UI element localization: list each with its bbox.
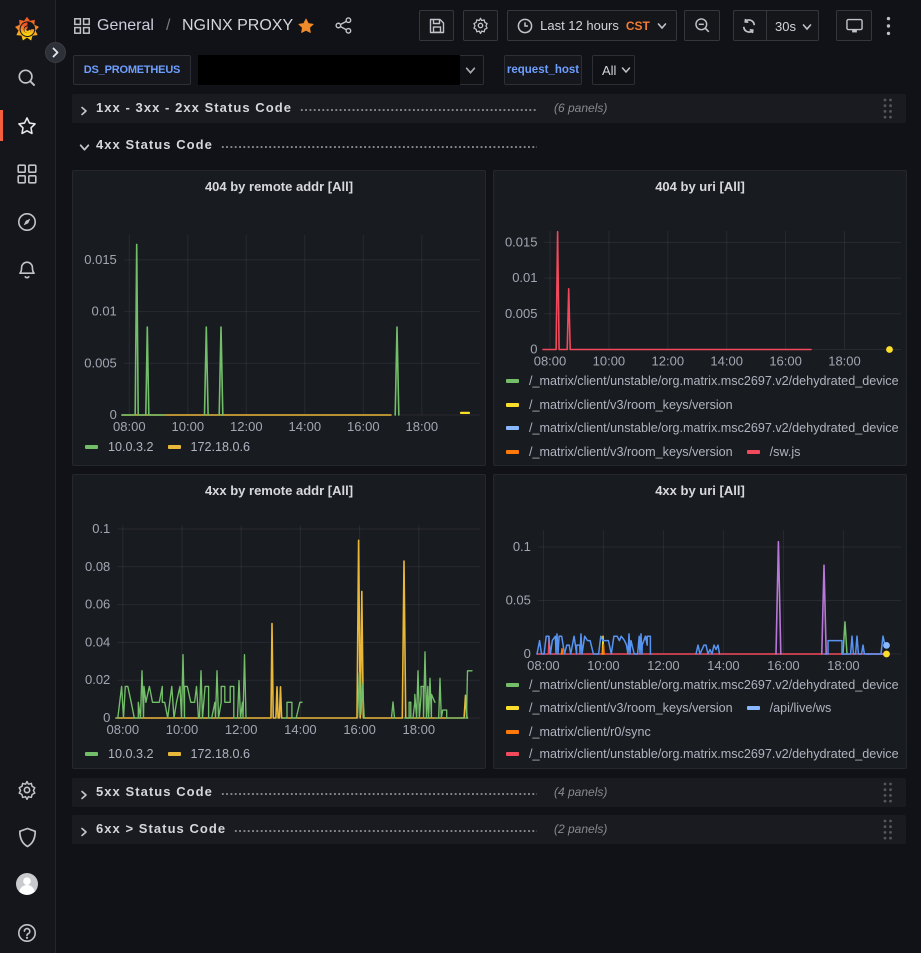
svg-text:12:00: 12:00 [225, 722, 258, 737]
svg-text:16:00: 16:00 [343, 722, 376, 737]
svg-text:0.02: 0.02 [85, 672, 110, 687]
svg-text:14:00: 14:00 [289, 419, 322, 434]
svg-text:0.06: 0.06 [85, 597, 110, 612]
svg-text:08:00: 08:00 [107, 722, 140, 737]
svg-text:08:00: 08:00 [113, 419, 146, 434]
svg-text:12:00: 12:00 [230, 419, 263, 434]
svg-text:10:00: 10:00 [166, 722, 199, 737]
svg-text:18:00: 18:00 [403, 722, 436, 737]
svg-text:0.04: 0.04 [85, 634, 110, 649]
svg-text:10:00: 10:00 [172, 419, 205, 434]
svg-text:0.015: 0.015 [84, 252, 117, 267]
svg-text:16:00: 16:00 [347, 419, 380, 434]
svg-text:0.1: 0.1 [513, 539, 531, 554]
svg-text:18:00: 18:00 [827, 658, 860, 673]
svg-text:10:00: 10:00 [593, 354, 626, 369]
svg-text:0.08: 0.08 [85, 559, 110, 574]
svg-text:0.015: 0.015 [505, 234, 538, 249]
svg-text:10:00: 10:00 [587, 658, 620, 673]
svg-text:14:00: 14:00 [284, 722, 317, 737]
svg-text:14:00: 14:00 [707, 658, 740, 673]
svg-text:16:00: 16:00 [769, 354, 802, 369]
svg-text:0.1: 0.1 [92, 521, 110, 536]
svg-text:08:00: 08:00 [527, 658, 560, 673]
svg-text:14:00: 14:00 [710, 354, 743, 369]
svg-text:08:00: 08:00 [534, 354, 567, 369]
svg-text:18:00: 18:00 [828, 354, 861, 369]
svg-text:0.01: 0.01 [91, 304, 116, 319]
svg-text:0.005: 0.005 [84, 355, 117, 370]
svg-text:12:00: 12:00 [652, 354, 685, 369]
svg-text:16:00: 16:00 [767, 658, 800, 673]
svg-text:0.05: 0.05 [506, 593, 531, 608]
svg-text:0.01: 0.01 [512, 270, 537, 285]
svg-text:12:00: 12:00 [647, 658, 680, 673]
svg-text:18:00: 18:00 [406, 419, 439, 434]
svg-text:0.005: 0.005 [505, 306, 538, 321]
